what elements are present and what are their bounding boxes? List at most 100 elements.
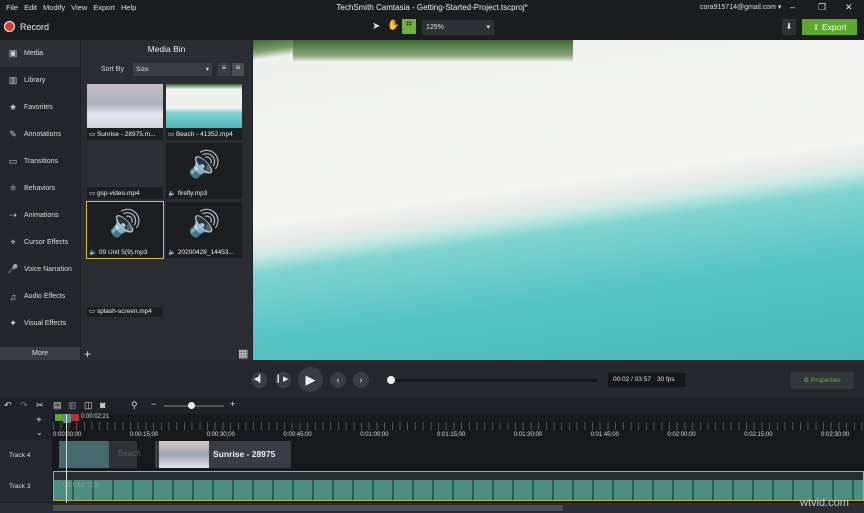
- annotations-icon: ✎: [9, 129, 17, 139]
- collapse-icon[interactable]: ⌄: [36, 428, 43, 437]
- animations-icon: ⇢: [9, 210, 17, 220]
- track-header: Track 3: [0, 470, 52, 502]
- sidebar-item-media[interactable]: ▣ Media: [0, 40, 80, 67]
- library-icon: ▥: [8, 75, 18, 85]
- sidebar-item-library[interactable]: ▥ Library: [0, 67, 80, 94]
- fps: 30 fps: [656, 376, 675, 383]
- sidebar-item-animations[interactable]: ⇢ Animations: [0, 202, 80, 229]
- sort-ascending-icon[interactable]: ≡: [218, 63, 230, 76]
- media-item-label: 🔈 firefly.mp3: [166, 189, 242, 199]
- ruler-tick-label: 0:01:30;00: [513, 432, 543, 438]
- crop-tool-icon[interactable]: ⌗: [402, 19, 416, 34]
- sidebar-item-behaviors[interactable]: ⚛ Behaviors: [0, 175, 80, 202]
- media-item-label: 🔈 09 Unit 5(9).mp3: [87, 248, 163, 258]
- zoom-in-icon[interactable]: +: [230, 399, 235, 409]
- scrubber-track[interactable]: [386, 379, 598, 382]
- media-item-name: Beach - 41352.mp4: [175, 131, 233, 138]
- media-item[interactable]: ▭ splash-screen.mp4: [87, 261, 163, 317]
- play-icon[interactable]: ▶: [298, 367, 323, 392]
- record-icon: [4, 21, 15, 32]
- scrubber-handle[interactable]: [387, 376, 396, 384]
- close-button[interactable]: ✕: [845, 0, 853, 15]
- video-icon: ▭: [89, 308, 96, 315]
- clip-sunrise[interactable]: Sunrise - 28975: [155, 441, 291, 468]
- next-frame-icon[interactable]: ▎▶: [275, 372, 291, 388]
- track-name: Track 4: [9, 451, 31, 459]
- playback-bar: ◀▎ ▎▶ ▶ ‹ › 00:02 / 03:57 30 fps ⚙ Proper…: [0, 360, 864, 398]
- sidebar-item-audio-effects[interactable]: ♫ Audio Effects: [0, 283, 80, 310]
- timeline-ruler[interactable]: + ⌄ 0:00:02;21 0:00:00;00 0:00:15;00 0:00:…: [0, 414, 864, 440]
- properties-button[interactable]: ⚙ Properties: [790, 372, 854, 389]
- transitions-icon: ▭: [8, 156, 18, 166]
- current-time: 00:02 / 03:57: [613, 376, 651, 383]
- download-icon[interactable]: ⬇: [782, 19, 796, 35]
- gear-icon: ⚙: [803, 377, 810, 384]
- media-item-label: ▭ Sunrise - 28975.m...: [87, 130, 163, 140]
- zoom-search-icon[interactable]: ⚲: [131, 400, 138, 411]
- clip-audio[interactable]: 09 Unit 5(9): [53, 471, 864, 501]
- grid-view-icon[interactable]: ▦: [238, 347, 248, 360]
- track-controls: + ⌄: [0, 414, 52, 440]
- sidebar-item-transitions[interactable]: ▭ Transitions: [0, 148, 80, 175]
- menu-help[interactable]: Help: [121, 0, 136, 15]
- sidebar-item-cursor-effects[interactable]: ⌖ Cursor Effects: [0, 229, 80, 256]
- paste-icon[interactable]: ▥: [68, 400, 77, 411]
- clip-label: Sunrise - 28975: [213, 449, 276, 459]
- media-item[interactable]: 🔊 🔈 09 Unit 5(9).mp3: [86, 201, 164, 259]
- menu-modify[interactable]: Modify: [43, 0, 65, 15]
- media-bin-title: Media Bin: [147, 44, 186, 54]
- media-item[interactable]: 🔊 🔈 20200428_14453...: [166, 202, 242, 258]
- preview-canvas[interactable]: [253, 40, 864, 360]
- menu-export[interactable]: Export: [93, 0, 115, 15]
- horizontal-scrollbar[interactable]: [0, 503, 864, 513]
- menu-view[interactable]: View: [71, 0, 87, 15]
- cut-icon[interactable]: ✂: [36, 400, 44, 411]
- track-4: Track 4 Beach Sunrise - 28975: [0, 440, 864, 470]
- sidebar-item-label: Library: [24, 77, 46, 84]
- export-button[interactable]: ⇪ Export: [802, 19, 857, 35]
- redo-icon[interactable]: ↷: [20, 400, 28, 411]
- in-marker[interactable]: [55, 414, 63, 421]
- media-item[interactable]: ▭ Sunrise - 28975.m...: [87, 84, 163, 140]
- next-marker-icon[interactable]: ›: [353, 372, 369, 388]
- add-track-icon[interactable]: +: [36, 415, 42, 426]
- split-icon[interactable]: ◫: [84, 400, 93, 411]
- add-media-icon[interactable]: +: [84, 347, 91, 361]
- sidebar-item-label: Favorites: [24, 104, 53, 111]
- sort-descending-icon[interactable]: ≡: [232, 63, 244, 76]
- record-button[interactable]: Record: [4, 21, 49, 32]
- undo-icon[interactable]: ↶: [4, 400, 12, 411]
- minimize-button[interactable]: –: [790, 0, 795, 15]
- account-menu[interactable]: cora915714@gmail.com ▾: [700, 0, 781, 15]
- video-icon: ▭: [89, 190, 96, 197]
- sidebar-item-voice-narration[interactable]: 🎤 Voice Narration: [0, 256, 80, 283]
- sort-select[interactable]: Size ▾: [133, 63, 212, 76]
- restore-button[interactable]: ❐: [818, 0, 826, 15]
- sidebar-item-visual-effects[interactable]: ✦ Visual Effects: [0, 310, 80, 337]
- sidebar-item-annotations[interactable]: ✎ Annotations: [0, 121, 80, 148]
- share-icon: ⇪: [812, 22, 820, 32]
- snapshot-icon[interactable]: ◙: [100, 400, 105, 410]
- media-item[interactable]: 🔊 🔈 firefly.mp3: [166, 143, 242, 199]
- sidebar-item-label: Transitions: [24, 158, 58, 165]
- sidebar-item-favorites[interactable]: ★ Favorites: [0, 94, 80, 121]
- out-marker[interactable]: [71, 414, 79, 421]
- audio-icon: 🔈: [168, 249, 177, 256]
- media-item[interactable]: ▭ Beach - 41352.mp4: [166, 84, 242, 140]
- media-item-name: gsp-video.mp4: [96, 190, 140, 197]
- zoom-select[interactable]: 125% ▾: [422, 20, 494, 35]
- more-button[interactable]: More: [0, 347, 80, 360]
- zoom-out-icon[interactable]: −: [151, 399, 156, 409]
- time-display: 00:02 / 03:57 30 fps: [608, 373, 685, 387]
- menu-edit[interactable]: Edit: [24, 0, 37, 15]
- copy-icon[interactable]: ▤: [53, 400, 62, 411]
- previous-frame-icon[interactable]: ◀▎: [251, 372, 267, 388]
- previous-marker-icon[interactable]: ‹: [330, 372, 346, 388]
- menu-file[interactable]: File: [6, 0, 18, 15]
- clip-beach[interactable]: Beach: [59, 441, 141, 468]
- zoom-slider-handle[interactable]: [188, 402, 195, 409]
- thumbnail: [166, 84, 242, 128]
- pan-tool-icon[interactable]: ✋: [387, 20, 399, 31]
- select-tool-icon[interactable]: ➤: [372, 21, 380, 32]
- media-item[interactable]: ▭ gsp-video.mp4: [87, 143, 163, 199]
